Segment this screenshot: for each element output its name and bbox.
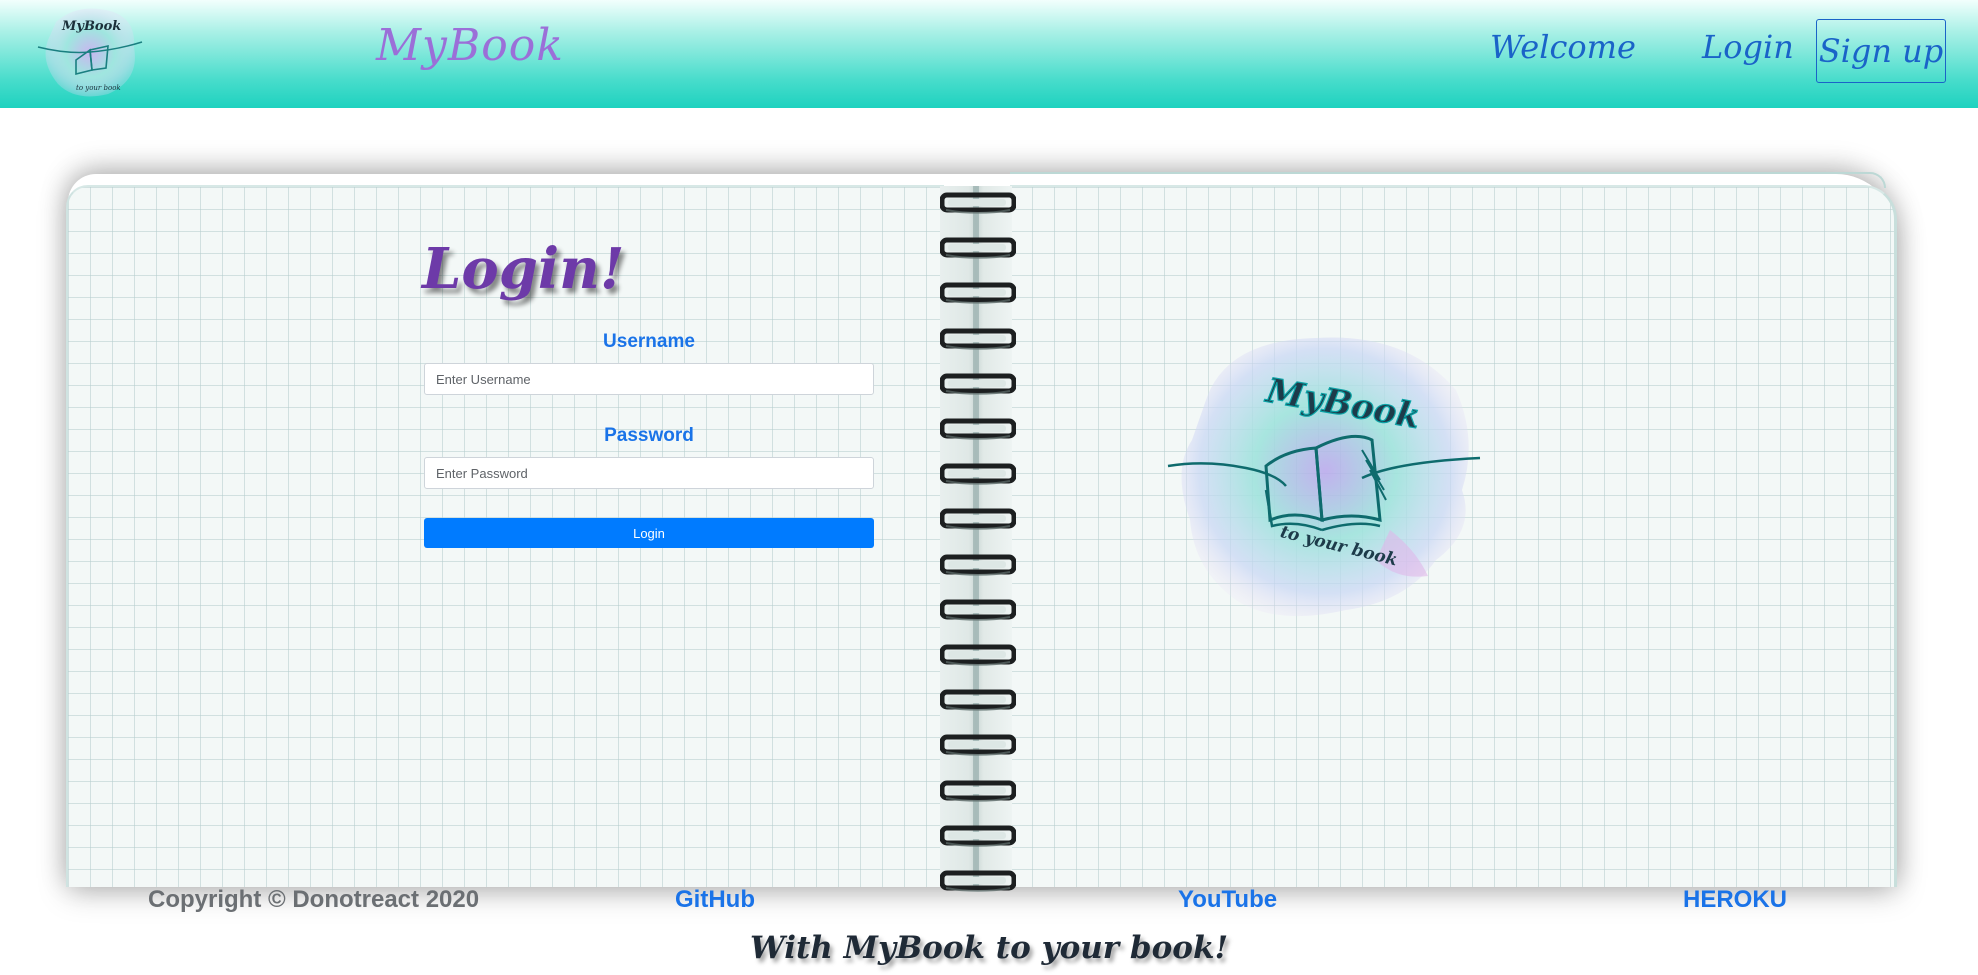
footer-youtube-link[interactable]: YouTube: [1178, 886, 1277, 914]
nav-logo-text: MyBook: [61, 19, 121, 34]
mybook-illustration: MyBook to your book: [1167, 337, 1481, 617]
spiral-ring: [940, 734, 1016, 757]
spiral-ring: [940, 554, 1016, 576]
footer-tagline: With MyBook to your book!: [749, 930, 1229, 966]
password-label: Password: [604, 425, 694, 446]
username-label: Username: [603, 331, 695, 352]
spiral-ring: [940, 282, 1016, 305]
spiral-ring: [940, 328, 1016, 350]
navbar: MyBook to your book MyBook Welcome Login…: [0, 0, 1978, 108]
spiral-ring: [940, 599, 1016, 621]
login-submit-button[interactable]: Login: [424, 518, 874, 548]
footer-heroku-link[interactable]: HEROKU: [1683, 886, 1787, 914]
spiral-ring: [940, 418, 1016, 440]
spiral-ring: [940, 689, 1016, 712]
spiral-ring: [940, 237, 1016, 260]
footer-copyright: Copyright © Donotreact 2020: [148, 886, 480, 913]
spiral-ring: [940, 825, 1016, 847]
mybook-logo[interactable]: MyBook to your book: [36, 2, 144, 102]
footer-github-link[interactable]: GitHub: [675, 886, 755, 914]
spiral-ring: [940, 644, 1016, 666]
spiral-ring: [940, 508, 1016, 531]
notebook-spiral-binding: [940, 186, 1016, 892]
spiral-ring: [940, 373, 1016, 395]
spiral-ring: [940, 463, 1016, 486]
spiral-ring: [940, 870, 1016, 892]
nav-link-login[interactable]: Login: [1702, 28, 1794, 66]
spiral-ring: [940, 780, 1016, 802]
username-input[interactable]: [424, 363, 874, 395]
nav-link-welcome[interactable]: Welcome: [1490, 28, 1636, 66]
password-input[interactable]: [424, 457, 874, 489]
spiral-ring: [940, 192, 1016, 214]
login-title: Login!: [422, 236, 625, 302]
brand-title[interactable]: MyBook: [376, 20, 564, 71]
nav-logo-subtext: to your book: [76, 84, 121, 92]
nav-signup-button[interactable]: Sign up: [1816, 19, 1946, 83]
